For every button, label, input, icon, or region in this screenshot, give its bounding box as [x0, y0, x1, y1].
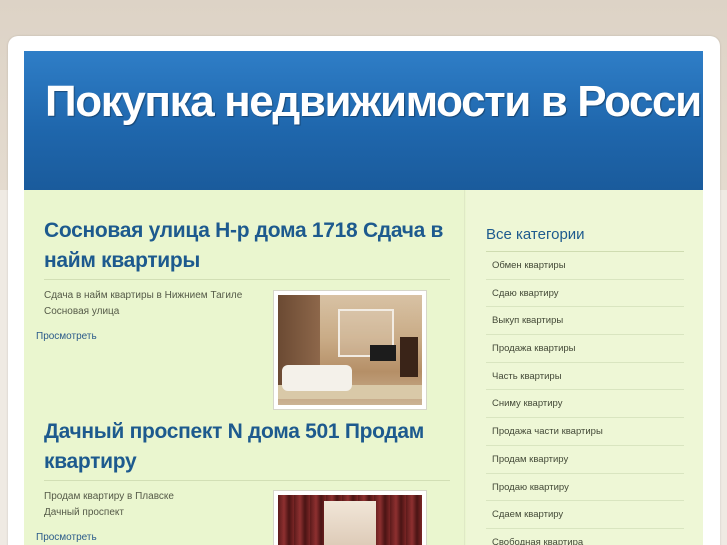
living-room-photo	[278, 295, 422, 405]
category-link[interactable]: Сниму квартиру	[486, 390, 684, 419]
site-header: Покупка недвижимости в России	[24, 51, 703, 190]
content-area: Сосновая улица Н-р дома 1718 Сдача в най…	[24, 190, 703, 545]
category-link[interactable]: Свободная квартира	[486, 529, 684, 545]
post-excerpt: Сдача в найм квартиры в Нижнием Тагиле С…	[44, 288, 264, 320]
post-thumbnail[interactable]	[273, 290, 427, 410]
main-column: Сосновая улица Н-р дома 1718 Сдача в най…	[24, 190, 465, 545]
site-title[interactable]: Покупка недвижимости в России	[45, 77, 703, 127]
post-title[interactable]: Сосновая улица Н-р дома 1718 Сдача в най…	[44, 216, 454, 276]
sidebar-title: Все категории	[486, 226, 585, 243]
curtain-room-photo	[278, 495, 422, 545]
category-link[interactable]: Продажа квартиры	[486, 335, 684, 363]
category-link[interactable]: Продажа части квартиры	[486, 418, 684, 446]
post-excerpt: Продам квартиру в Плавске Дачный проспек…	[44, 489, 264, 521]
sidebar: Все категории Обмен квартиры Сдаю кварти…	[466, 190, 703, 545]
read-more-link[interactable]: Просмотреть	[36, 331, 97, 342]
post-divider	[44, 279, 450, 280]
post-title[interactable]: Дачный проспект N дома 501 Продам кварти…	[44, 417, 454, 477]
post-excerpt-line: Продам квартиру в Плавске	[44, 491, 174, 502]
category-list: Обмен квартиры Сдаю квартиру Выкуп кварт…	[486, 252, 684, 545]
category-link[interactable]: Продаю квартиру	[486, 474, 684, 502]
read-more-link[interactable]: Просмотреть	[36, 532, 97, 543]
post-excerpt-line: Дачный проспект	[44, 507, 124, 518]
post-excerpt-line: Сдача в найм квартиры в Нижнием Тагиле	[44, 290, 243, 301]
category-link[interactable]: Сдаю квартиру	[486, 280, 684, 308]
category-link[interactable]: Обмен квартиры	[486, 252, 684, 280]
category-link[interactable]: Продам квартиру	[486, 446, 684, 474]
post-thumbnail[interactable]	[273, 490, 427, 545]
category-link[interactable]: Часть квартиры	[486, 363, 684, 391]
post-divider	[44, 480, 450, 481]
category-link[interactable]: Сдаем квартиру	[486, 501, 684, 529]
category-link[interactable]: Выкуп квартиры	[486, 307, 684, 336]
post-excerpt-line: Сосновая улица	[44, 306, 120, 317]
